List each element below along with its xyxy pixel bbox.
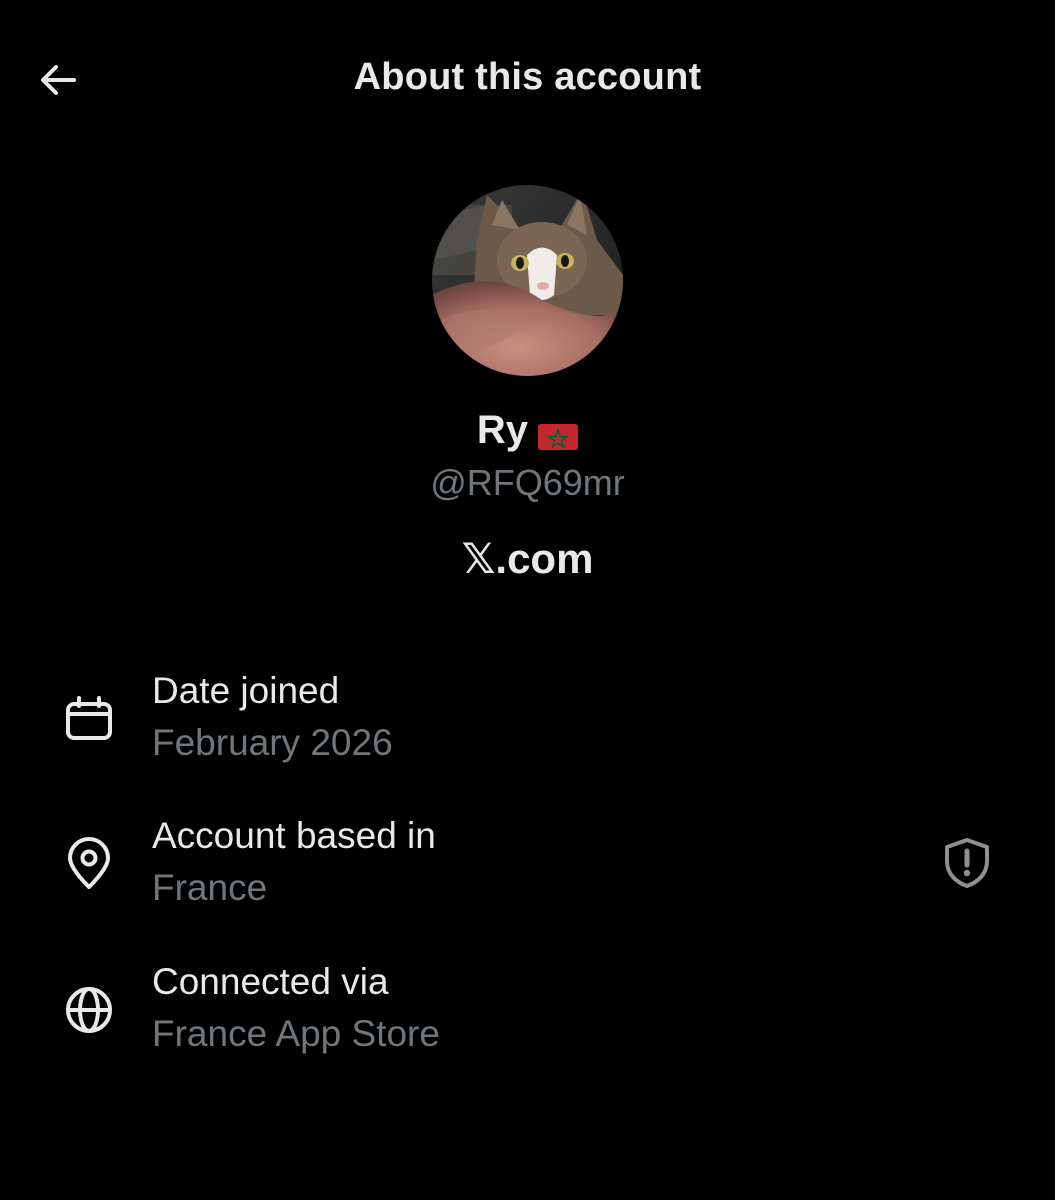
- connected-via-value: France App Store: [152, 1013, 440, 1054]
- location-pin-icon: [62, 837, 116, 891]
- page-title: About this account: [353, 56, 702, 98]
- morocco-flag-icon: [538, 415, 579, 451]
- date-joined-label: Date joined: [152, 670, 340, 711]
- display-name-text: Ry: [476, 408, 529, 452]
- date-joined-value: February 2026: [152, 722, 393, 763]
- globe-icon: [62, 983, 116, 1037]
- calendar-icon: [62, 692, 116, 746]
- shield-alert-icon[interactable]: [938, 834, 996, 892]
- connected-via-label: Connected via: [152, 961, 389, 1002]
- top-bar: About this account: [0, 0, 1055, 160]
- avatar: [432, 185, 623, 376]
- brand-link: 𝕏.com: [461, 535, 594, 582]
- info-row-account-based-in: Account based in France: [0, 815, 1055, 925]
- account-based-in-label: Account based in: [152, 815, 436, 856]
- info-row-connected-via: Connected via France App Store: [0, 961, 1055, 1071]
- account-based-in-value: France: [152, 867, 268, 908]
- username-handle: @RFQ69mr: [430, 462, 625, 503]
- info-row-date-joined: Date joined February 2026: [0, 670, 1055, 780]
- display-name: Ry: [0, 408, 1055, 453]
